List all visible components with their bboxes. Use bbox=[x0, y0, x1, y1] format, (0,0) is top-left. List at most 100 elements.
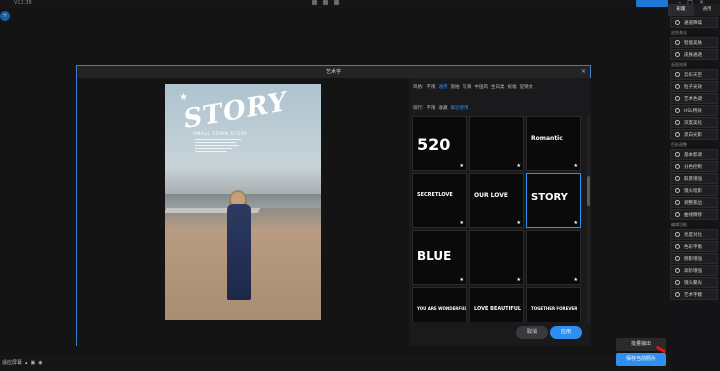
right-panel-item[interactable]: 分色控制 bbox=[670, 161, 718, 172]
compare-icon[interactable]: ▣ bbox=[31, 360, 36, 366]
style-panel: 风格: 不限 通用 旅拍 写真 中国风 生日类 祝福 促销文 排行: 不限 收藏 最近使用 520… bbox=[409, 78, 591, 346]
style-filter-option[interactable]: 通用 bbox=[439, 84, 448, 90]
template-card[interactable]: SECRETLOVE ★ bbox=[412, 173, 467, 228]
right-panel-item[interactable]: 镜头暗影 bbox=[670, 185, 718, 196]
template-card[interactable]: BLUE ★ bbox=[412, 230, 467, 285]
favorite-star-icon[interactable]: ★ bbox=[574, 163, 578, 169]
template-grid: 520 ★ ★ Romantic ★ SECRETLOVE ★ OUR LOVE ★ STORY ★… bbox=[412, 116, 584, 322]
dropdown-icon[interactable]: ▴ bbox=[25, 360, 28, 366]
right-panel-item[interactable]: 皮肤通透 bbox=[670, 49, 718, 60]
tab-color[interactable]: 彩版 bbox=[668, 4, 694, 16]
sort-label: 排行: bbox=[413, 106, 424, 111]
right-panel-item-label: 分色控制 bbox=[684, 164, 702, 170]
right-panel-item[interactable]: 亮度对比 bbox=[670, 229, 718, 240]
right-panel-item[interactable]: 通道降噪 bbox=[670, 17, 718, 28]
style-filter-option[interactable]: 生日类 bbox=[491, 84, 505, 90]
sort-option[interactable]: 收藏 bbox=[439, 105, 448, 111]
right-tool-panel: 彩版 通用 通道降噪 皮肤美化 智能美肤 皮肤通透 画面效果 云彩天空 粒子光效 艺术色调 HS… bbox=[668, 4, 720, 371]
filter-label: 风格: bbox=[413, 85, 424, 90]
right-panel-item-label: 取景增强 bbox=[684, 176, 702, 182]
template-card[interactable]: ★ bbox=[526, 230, 581, 285]
template-card[interactable]: TOGETHER FOREVER★ bbox=[526, 287, 581, 322]
favorite-star-icon[interactable]: ★ bbox=[460, 277, 464, 283]
style-filter-option[interactable]: 祝福 bbox=[508, 84, 517, 90]
template-card[interactable]: 520 ★ bbox=[412, 116, 467, 171]
template-card[interactable]: ★ bbox=[469, 116, 524, 171]
right-panel-item-label: 调整紫边 bbox=[684, 200, 702, 206]
right-panel-item[interactable]: 色彩平衡 bbox=[670, 241, 718, 252]
favorite-star-icon[interactable]: ★ bbox=[574, 220, 578, 226]
template-text: STORY bbox=[531, 192, 568, 203]
tool-icon bbox=[675, 232, 680, 237]
right-panel-item[interactable]: 艺术色调 bbox=[670, 93, 718, 104]
art-text-title[interactable]: STORY bbox=[181, 87, 290, 135]
template-card[interactable]: Romantic ★ bbox=[526, 116, 581, 171]
right-panel-item[interactable]: 粒子光效 bbox=[670, 81, 718, 92]
brush-tool-icon[interactable] bbox=[334, 0, 339, 5]
fit-screen-control[interactable]: 适应屏幕 ▴ ▣ ◉ bbox=[2, 359, 43, 367]
template-text: LOVE BEAUTIFUL bbox=[474, 306, 522, 312]
right-panel-item[interactable]: 云彩天空 bbox=[670, 69, 718, 80]
template-card[interactable]: ★ bbox=[469, 230, 524, 285]
preview-area: ★ STORY SMALL TOWN STORY bbox=[77, 78, 409, 346]
template-card[interactable]: YOU ARE WONDERFUL★ bbox=[412, 287, 467, 322]
right-panel-item-label: 阴影增强 bbox=[684, 256, 702, 262]
save-current-photo-button[interactable]: 保存当前照片 bbox=[616, 353, 666, 366]
right-panel-item-label: 基本影调 bbox=[684, 152, 702, 158]
upgrade-button[interactable] bbox=[636, 0, 668, 7]
style-filter-option[interactable]: 旅拍 bbox=[451, 84, 460, 90]
right-panel-item[interactable]: 调整紫边 bbox=[670, 197, 718, 208]
dialog-title: 艺术字 bbox=[77, 66, 590, 78]
template-card[interactable]: OUR LOVE ★ bbox=[469, 173, 524, 228]
favorite-star-icon[interactable]: ★ bbox=[460, 163, 464, 169]
right-panel-item[interactable]: HSL特效 bbox=[670, 105, 718, 116]
right-panel-item[interactable]: 深度美化 bbox=[670, 117, 718, 128]
tool-icon bbox=[675, 200, 680, 205]
style-filter-option[interactable]: 中国风 bbox=[475, 84, 489, 90]
hand-tool-icon[interactable] bbox=[312, 0, 317, 5]
style-filter-option[interactable]: 促销文 bbox=[520, 84, 534, 90]
crop-tool-icon[interactable] bbox=[323, 0, 328, 5]
title-bar: V11.38 – □ × bbox=[0, 0, 720, 8]
template-card[interactable]: STORY ★ bbox=[526, 173, 581, 228]
right-panel-item[interactable]: 取景增强 bbox=[670, 173, 718, 184]
template-scrollbar[interactable] bbox=[587, 116, 590, 322]
right-panel-item[interactable]: 镜头聚光 bbox=[670, 277, 718, 288]
favorite-star-icon[interactable]: ★ bbox=[517, 220, 521, 226]
cancel-button[interactable]: 取消 bbox=[516, 326, 548, 339]
right-panel-item[interactable]: 艺术字模 bbox=[670, 289, 718, 300]
favorite-star-icon[interactable]: ★ bbox=[517, 163, 521, 169]
right-panel-item-label: 曲线精修 bbox=[684, 212, 702, 218]
right-panel-item[interactable]: 智能美肤 bbox=[670, 37, 718, 48]
favorite-star-icon[interactable]: ★ bbox=[517, 277, 521, 283]
favorite-star-icon[interactable]: ★ bbox=[574, 277, 578, 283]
tool-icon bbox=[675, 120, 680, 125]
tool-icon bbox=[675, 256, 680, 261]
fit-screen-label: 适应屏幕 bbox=[2, 360, 23, 366]
right-panel-section: 色彩调整 bbox=[671, 142, 687, 147]
style-filter-option[interactable]: 写真 bbox=[463, 84, 472, 90]
favorite-star-icon[interactable]: ★ bbox=[460, 220, 464, 226]
right-panel-item[interactable]: 基本影调 bbox=[670, 149, 718, 160]
scroll-thumb[interactable] bbox=[587, 176, 590, 206]
right-panel-item-label: HSL特效 bbox=[684, 108, 702, 114]
apply-button[interactable]: 应用 bbox=[550, 326, 582, 339]
style-filter-option[interactable]: 不限 bbox=[427, 84, 436, 90]
sort-option[interactable]: 最近使用 bbox=[451, 105, 469, 111]
star-icon: ★ bbox=[179, 92, 188, 103]
right-panel-item[interactable]: 高阶增强 bbox=[670, 265, 718, 276]
right-panel-item[interactable]: 黑白光影 bbox=[670, 129, 718, 140]
right-panel-item-label: 粒子光效 bbox=[684, 84, 702, 90]
right-panel-item[interactable]: 阴影增强 bbox=[670, 253, 718, 264]
template-text: Romantic bbox=[531, 135, 563, 142]
template-card[interactable]: LOVE BEAUTIFUL★ bbox=[469, 287, 524, 322]
right-panel-item[interactable]: 曲线精修 bbox=[670, 209, 718, 220]
template-text: YOU ARE WONDERFUL bbox=[417, 306, 467, 311]
eye-icon[interactable]: ◉ bbox=[38, 360, 42, 366]
sort-option[interactable]: 不限 bbox=[427, 105, 436, 111]
tool-icon bbox=[675, 176, 680, 181]
right-panel-item-label: 色彩平衡 bbox=[684, 244, 702, 250]
close-icon[interactable]: × bbox=[581, 68, 586, 75]
art-text-subtitle: SMALL TOWN STORY bbox=[193, 132, 248, 137]
tab-general[interactable]: 通用 bbox=[694, 4, 720, 16]
